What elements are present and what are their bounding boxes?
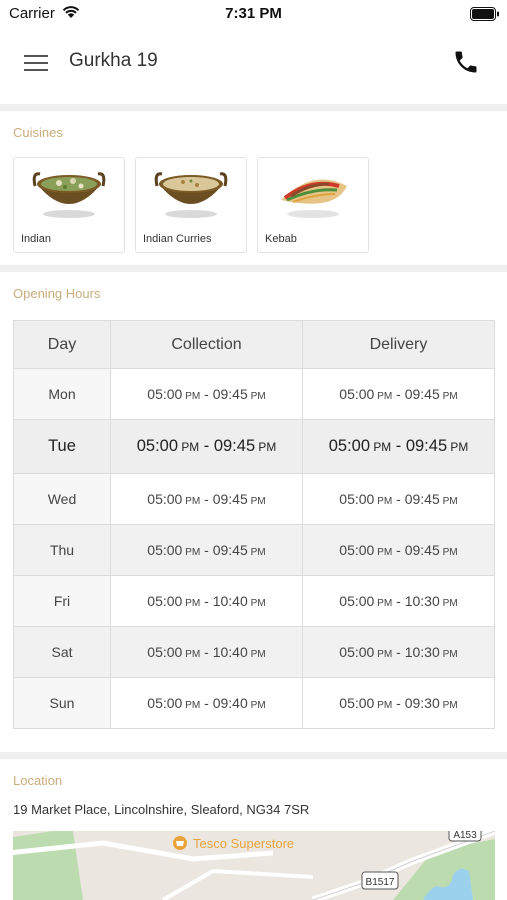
- map-canvas: Tesco Superstore A153 B1517: [13, 831, 495, 900]
- restaurant-title: Gurkha 19: [69, 50, 158, 71]
- day-cell: Sun: [13, 677, 111, 729]
- cuisine-card-indian-curries[interactable]: Indian Curries: [135, 157, 247, 253]
- section-divider: [0, 265, 507, 272]
- collection-hours-cell: 05:00 PM - 10:40 PM: [110, 575, 303, 627]
- table-row: Sun 05:00 PM - 09:40 PM 05:00 PM - 09:30 P…: [13, 677, 495, 729]
- hours-table-body: Mon 05:00 PM - 09:45 PM 05:00 PM - 09:45 P…: [13, 368, 495, 729]
- table-row: Mon 05:00 PM - 09:45 PM 05:00 PM - 09:45 P…: [13, 368, 495, 420]
- collection-hours-cell: 05:00 PM - 09:45 PM: [110, 473, 303, 525]
- table-header-row: Day Collection Delivery: [13, 320, 495, 369]
- location-map[interactable]: Tesco Superstore A153 B1517: [13, 831, 495, 900]
- delivery-hours-cell: 05:00 PM - 09:45 PM: [302, 524, 495, 576]
- restaurant-address: 19 Market Place, Lincolnshire, Sleaford,…: [13, 802, 310, 817]
- delivery-hours-cell: 05:00 PM - 09:30 PM: [302, 677, 495, 729]
- curry-bowl-image: [32, 172, 106, 218]
- collection-hours-cell: 05:00 PM - 09:45 PM: [110, 368, 303, 420]
- battery-icon: [470, 7, 499, 21]
- collection-hours-cell: 05:00 PM - 09:40 PM: [110, 677, 303, 729]
- day-cell: Mon: [13, 368, 111, 420]
- column-header-day: Day: [13, 320, 111, 369]
- opening-hours-table: Day Collection Delivery Mon 05:00 PM - 09…: [13, 320, 495, 729]
- day-cell: Wed: [13, 473, 111, 525]
- map-poi-label: Tesco Superstore: [193, 836, 294, 851]
- cuisine-name: Indian: [21, 233, 51, 245]
- delivery-hours-cell: 05:00 PM - 09:45 PM: [302, 368, 495, 420]
- map-road-label: A153: [453, 831, 477, 841]
- location-heading: Location: [13, 773, 63, 788]
- navigation-bar: Gurkha 19: [0, 28, 507, 104]
- kebab-wrap-image: [281, 179, 347, 218]
- opening-hours-heading: Opening Hours: [13, 286, 101, 301]
- cuisine-name: Indian Curries: [143, 233, 212, 245]
- cuisine-name: Kebab: [265, 233, 297, 245]
- collection-hours-cell: 05:00 PM - 09:45 PM: [110, 419, 303, 474]
- phone-icon: [455, 51, 477, 73]
- table-row: Tue 05:00 PM - 09:45 PM 05:00 PM - 09:45 P…: [13, 419, 495, 474]
- call-button[interactable]: [452, 48, 484, 80]
- day-cell: Fri: [13, 575, 111, 627]
- delivery-hours-cell: 05:00 PM - 09:45 PM: [302, 419, 495, 474]
- menu-button[interactable]: [20, 48, 52, 78]
- curry-bowl-cream-image: [154, 172, 228, 218]
- table-row: Sat 05:00 PM - 10:40 PM 05:00 PM - 10:30 P…: [13, 626, 495, 678]
- clock: 7:31 PM: [225, 5, 282, 22]
- table-row: Fri 05:00 PM - 10:40 PM 05:00 PM - 10:30 P…: [13, 575, 495, 627]
- section-divider: [0, 104, 507, 111]
- delivery-hours-cell: 05:00 PM - 10:30 PM: [302, 626, 495, 678]
- table-row: Wed 05:00 PM - 09:45 PM 05:00 PM - 09:45 P…: [13, 473, 495, 525]
- cuisine-card-kebab[interactable]: Kebab: [257, 157, 369, 253]
- table-row: Thu 05:00 PM - 09:45 PM 05:00 PM - 09:45 P…: [13, 524, 495, 576]
- map-road-label: B1517: [366, 877, 395, 888]
- day-cell: Tue: [13, 419, 111, 474]
- collection-hours-cell: 05:00 PM - 09:45 PM: [110, 524, 303, 576]
- cuisines-heading: Cuisines: [13, 125, 63, 140]
- section-divider: [0, 752, 507, 759]
- collection-hours-cell: 05:00 PM - 10:40 PM: [110, 626, 303, 678]
- column-header-collection: Collection: [110, 320, 303, 369]
- hamburger-menu-icon: [24, 55, 48, 57]
- delivery-hours-cell: 05:00 PM - 09:45 PM: [302, 473, 495, 525]
- column-header-delivery: Delivery: [302, 320, 495, 369]
- day-cell: Sat: [13, 626, 111, 678]
- delivery-hours-cell: 05:00 PM - 10:30 PM: [302, 575, 495, 627]
- day-cell: Thu: [13, 524, 111, 576]
- cuisine-card-indian[interactable]: Indian: [13, 157, 125, 253]
- status-bar: Carrier 7:31 PM: [0, 0, 507, 28]
